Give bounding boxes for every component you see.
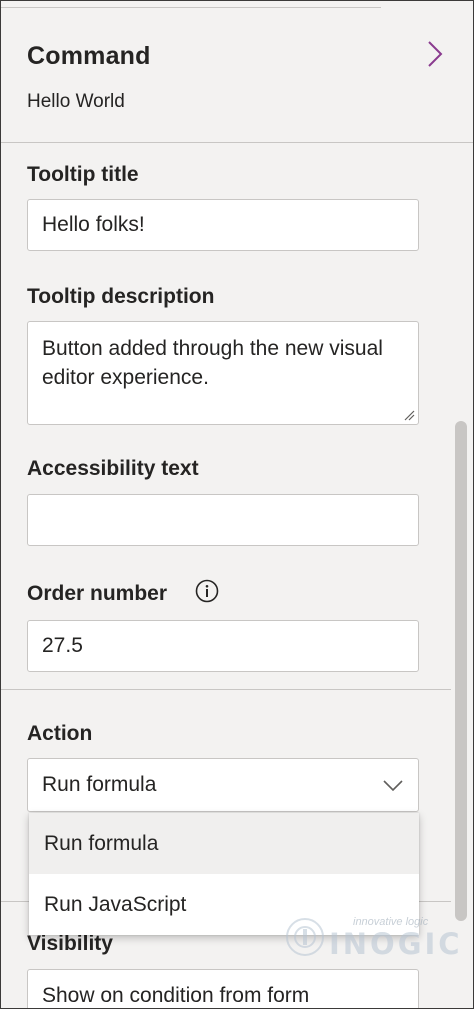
visibility-dropdown[interactable]: Show on condition from form <box>27 969 419 1008</box>
info-icon[interactable] <box>195 579 219 603</box>
action-label: Action <box>27 722 93 745</box>
action-dropdown[interactable]: Run formula <box>27 758 419 812</box>
order-number-input[interactable]: 27.5 <box>27 620 419 672</box>
resize-grip-icon[interactable] <box>403 409 415 421</box>
visibility-label: Visibility <box>27 932 113 955</box>
tooltip-title-input[interactable]: Hello folks! <box>27 199 419 251</box>
order-number-label: Order number <box>27 582 168 605</box>
accessibility-text-input[interactable] <box>27 494 419 546</box>
tooltip-description-textarea[interactable]: Button added through the new visual edit… <box>27 321 419 425</box>
logo-icon <box>286 918 324 956</box>
watermark-logo: innovative logic INOGIC <box>283 913 460 963</box>
tooltip-description-value: Button added through the new visual edit… <box>42 337 383 389</box>
watermark-brand: INOGIC <box>329 927 463 961</box>
top-edge-rule <box>1 1 381 8</box>
section-divider <box>1 689 451 690</box>
page-title: Command <box>27 42 151 70</box>
action-selected-value: Run formula <box>42 773 157 796</box>
scrollbar[interactable] <box>455 421 467 921</box>
visibility-selected-value: Show on condition from form <box>42 984 310 1007</box>
chevron-right-icon[interactable] <box>425 38 445 70</box>
tooltip-title-label: Tooltip title <box>27 163 139 186</box>
accessibility-text-label: Accessibility text <box>27 457 199 480</box>
option-run-formula[interactable]: Run formula <box>29 813 419 874</box>
panel-header: Command Hello World <box>1 16 473 143</box>
chevron-down-icon <box>383 780 403 792</box>
command-subtitle: Hello World <box>27 91 125 112</box>
tooltip-description-label: Tooltip description <box>27 285 215 308</box>
command-properties-panel: Command Hello World Tooltip title Hello … <box>0 0 474 1009</box>
